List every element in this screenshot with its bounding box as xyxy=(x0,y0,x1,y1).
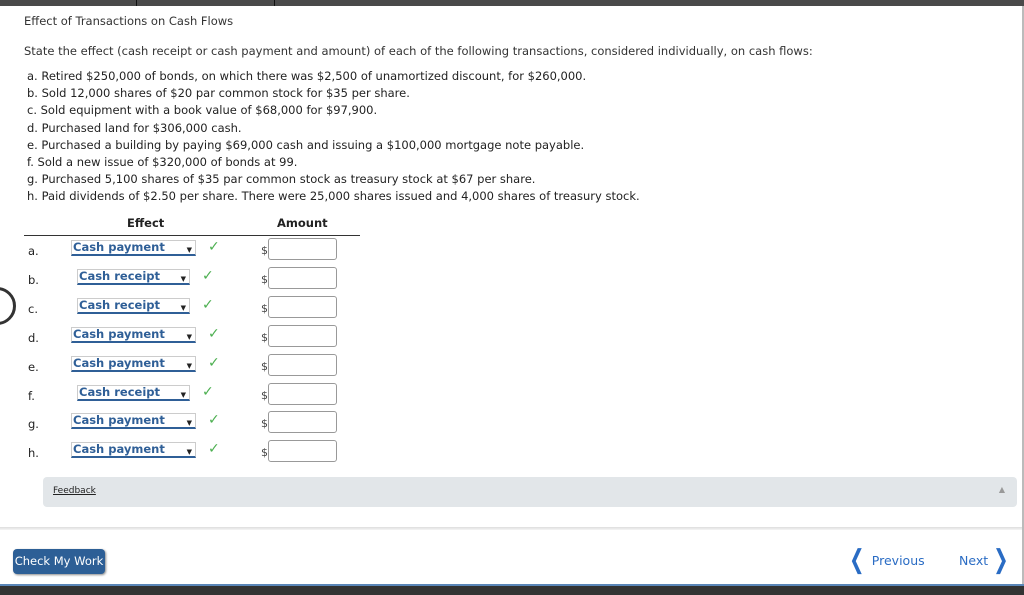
bottom-bar xyxy=(0,584,1024,595)
table-row: c. Cash receipt ▼ ✓ $ xyxy=(0,296,400,320)
chevron-down-icon: ▼ xyxy=(186,246,192,254)
chevron-down-icon: ▼ xyxy=(186,362,192,370)
transaction-item: h. Paid dividends of $2.50 per share. Th… xyxy=(27,189,640,204)
row-letter: d. xyxy=(28,331,39,345)
check-icon: ✓ xyxy=(208,355,220,371)
check-icon: ✓ xyxy=(202,384,214,400)
currency-symbol: $ xyxy=(261,302,268,315)
effect-selected-value: Cash payment xyxy=(73,442,165,456)
effect-selected-value: Cash receipt xyxy=(79,385,160,399)
transaction-item: b. Sold 12,000 shares of $20 par common … xyxy=(27,86,410,101)
table-row: h. Cash payment ▼ ✓ $ xyxy=(0,440,400,464)
transaction-list: a. Retired $250,000 of bonds, on which t… xyxy=(27,68,640,206)
chevron-down-icon: ▼ xyxy=(180,391,186,399)
chevron-down-icon: ▼ xyxy=(186,448,192,456)
row-letter: e. xyxy=(28,360,39,374)
row-letter: b. xyxy=(28,273,39,287)
effect-selected-value: Cash payment xyxy=(73,327,165,341)
amount-input[interactable] xyxy=(268,296,337,318)
effect-dropdown[interactable]: Cash payment ▼ xyxy=(71,356,196,372)
page-title: Effect of Transactions on Cash Flows xyxy=(24,14,234,28)
feedback-panel[interactable]: Feedback ▲ xyxy=(43,477,1017,507)
effect-selected-value: Cash payment xyxy=(73,240,165,254)
effect-dropdown[interactable]: Cash receipt ▼ xyxy=(77,269,190,285)
transaction-item: e. Purchased a building by paying $69,00… xyxy=(27,137,585,152)
check-icon: ✓ xyxy=(202,297,214,313)
chevron-down-icon: ▼ xyxy=(180,304,186,312)
currency-symbol: $ xyxy=(261,389,268,402)
currency-symbol: $ xyxy=(261,360,268,373)
chevron-right-icon: ❯ xyxy=(993,545,1009,575)
check-my-work-button[interactable]: Check My Work xyxy=(13,549,105,574)
feedback-link[interactable]: Feedback xyxy=(53,486,96,496)
row-letter: g. xyxy=(28,417,39,431)
effect-selected-value: Cash receipt xyxy=(79,269,160,283)
amount-input[interactable] xyxy=(268,238,337,260)
currency-symbol: $ xyxy=(261,244,268,257)
effect-selected-value: Cash payment xyxy=(73,413,165,427)
table-row: a. Cash payment ▼ ✓ $ xyxy=(0,238,400,262)
currency-symbol: $ xyxy=(261,446,268,459)
chevron-down-icon: ▼ xyxy=(180,275,186,283)
transaction-item: c. Sold equipment with a book value of $… xyxy=(27,103,378,118)
collapse-icon[interactable]: ▲ xyxy=(999,485,1005,494)
effect-dropdown[interactable]: Cash payment ▼ xyxy=(71,240,196,256)
table-row: g. Cash payment ▼ ✓ $ xyxy=(0,411,400,435)
check-icon: ✓ xyxy=(202,268,214,284)
check-icon: ✓ xyxy=(208,239,220,255)
row-letter: a. xyxy=(28,244,39,258)
check-icon: ✓ xyxy=(208,441,220,457)
currency-symbol: $ xyxy=(261,417,268,430)
table-row: e. Cash payment ▼ ✓ $ xyxy=(0,354,400,378)
check-icon: ✓ xyxy=(208,326,220,342)
row-letter: c. xyxy=(28,302,38,316)
transaction-item: d. Purchased land for $306,000 cash. xyxy=(27,120,242,135)
amount-input[interactable] xyxy=(268,325,337,347)
effect-column-header: Effect xyxy=(127,216,165,230)
footer-divider xyxy=(0,527,1022,530)
toolbar-divider xyxy=(136,0,137,6)
table-row: d. Cash payment ▼ ✓ $ xyxy=(0,325,400,349)
transaction-item: a. Retired $250,000 of bonds, on which t… xyxy=(27,69,587,83)
transaction-item: g. Purchased 5,100 shares of $35 par com… xyxy=(27,172,536,187)
row-letter: h. xyxy=(28,446,39,460)
effect-dropdown[interactable]: Cash payment ▼ xyxy=(71,413,196,429)
next-button[interactable]: Next ❯ xyxy=(959,547,1012,573)
currency-symbol: $ xyxy=(261,331,268,344)
effect-dropdown[interactable]: Cash payment ▼ xyxy=(71,327,196,343)
amount-input[interactable] xyxy=(268,440,337,462)
table-row: b. Cash receipt ▼ ✓ $ xyxy=(0,267,400,291)
transaction-item: f. Sold a new issue of $320,000 of bonds… xyxy=(27,155,298,170)
effect-dropdown[interactable]: Cash payment ▼ xyxy=(71,442,196,458)
toolbar-divider xyxy=(274,0,275,6)
table-row: f. Cash receipt ▼ ✓ $ xyxy=(0,383,400,407)
next-label: Next xyxy=(959,552,989,568)
row-letter: f. xyxy=(28,389,35,403)
amount-input[interactable] xyxy=(268,383,337,405)
chevron-left-icon: ❮ xyxy=(849,545,865,575)
effect-dropdown[interactable]: Cash receipt ▼ xyxy=(77,298,190,314)
amount-input[interactable] xyxy=(268,354,337,376)
effect-selected-value: Cash payment xyxy=(73,356,165,370)
top-toolbar xyxy=(0,0,1024,6)
amount-input[interactable] xyxy=(268,267,337,289)
chevron-down-icon: ▼ xyxy=(186,333,192,341)
check-icon: ✓ xyxy=(208,412,220,428)
effect-dropdown[interactable]: Cash receipt ▼ xyxy=(77,385,190,401)
instructions: State the effect (cash receipt or cash p… xyxy=(24,44,813,58)
previous-label: Previous xyxy=(871,552,925,568)
header-divider xyxy=(24,235,360,236)
previous-button[interactable]: ❮ Previous xyxy=(846,545,925,575)
effect-selected-value: Cash receipt xyxy=(79,298,160,312)
chevron-down-icon: ▼ xyxy=(186,419,192,427)
amount-input[interactable] xyxy=(268,411,337,433)
currency-symbol: $ xyxy=(261,273,268,286)
amount-column-header: Amount xyxy=(277,216,328,230)
